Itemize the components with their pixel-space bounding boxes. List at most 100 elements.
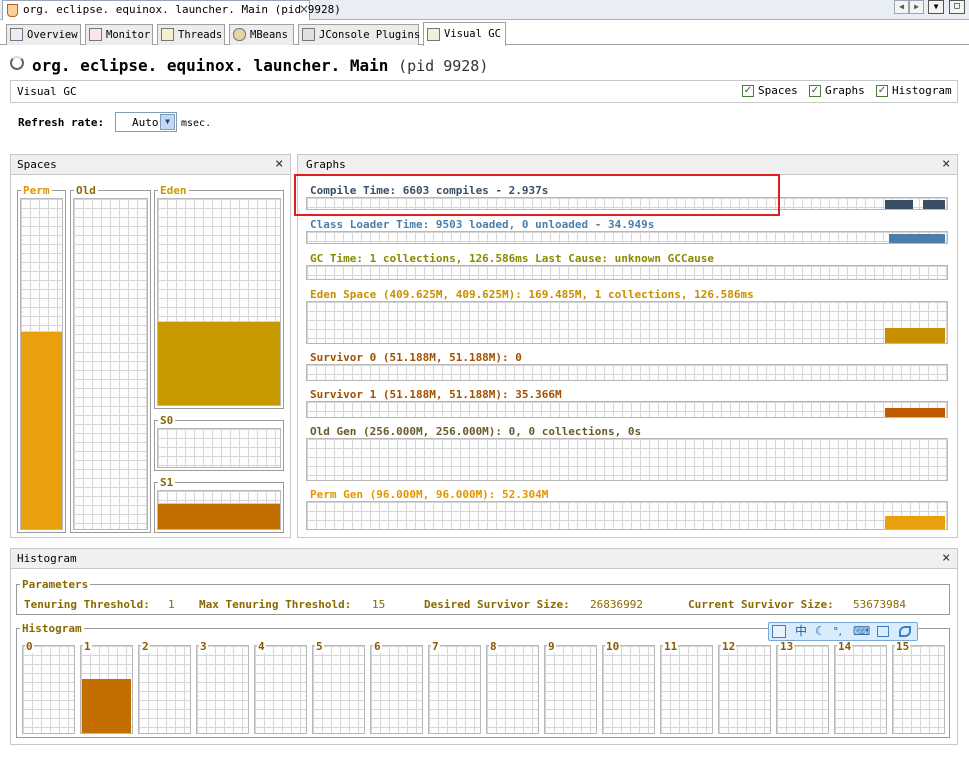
plugins-icon: [302, 28, 315, 41]
scroll-tabs-left-button[interactable]: ◀: [894, 0, 909, 14]
old-space-label: Old: [74, 184, 98, 197]
ime-skin-icon[interactable]: [877, 626, 889, 637]
tab-label: Monitor: [106, 29, 151, 41]
histogram-bin-label: 0: [25, 640, 34, 653]
spaces-panel-title: Spaces: [17, 158, 57, 171]
max-tenuring-value: 15: [372, 598, 386, 611]
refresh-rate-select[interactable]: Auto ▼: [115, 112, 177, 132]
survivor-0-graph: [306, 364, 948, 381]
scroll-tabs-right-button[interactable]: ▶: [909, 0, 924, 14]
chevron-down-icon[interactable]: ▼: [160, 114, 175, 130]
current-survivor-label: Current Survivor Size:: [688, 598, 834, 611]
histogram-bin: [776, 645, 829, 734]
histogram-bin: [196, 645, 249, 734]
max-tenuring-label: Max Tenuring Threshold:: [199, 598, 352, 611]
histogram-bin-label: 15: [895, 640, 911, 653]
threads-icon: [161, 28, 174, 41]
gc-time-graph: [306, 265, 948, 280]
histogram-bin-label: 9: [547, 640, 556, 653]
histogram-bin-fill: [82, 679, 131, 733]
tab-label: Visual GC: [444, 28, 501, 40]
gc-time-label: GC Time: 1 collections, 126.586ms Last C…: [308, 252, 716, 265]
histogram-bin: [718, 645, 771, 734]
spaces-checkbox[interactable]: ✓: [742, 85, 754, 97]
old-gen-graph: [306, 438, 948, 481]
ime-keyboard-icon[interactable]: ⌨: [853, 624, 870, 639]
ime-punctuation-icon[interactable]: °,: [833, 624, 842, 639]
tab-jconsole-plugins[interactable]: JConsole Plugins: [298, 24, 421, 45]
page-title: org. eclipse. equinox. launcher. Main (p…: [32, 56, 488, 76]
tab-label: JConsole Plugins: [319, 29, 421, 41]
close-icon[interactable]: ×: [299, 2, 309, 16]
tab-mbeans[interactable]: MBeans: [229, 24, 294, 45]
overview-icon: [10, 28, 23, 41]
old-gen-label: Old Gen (256.000M, 256.000M): 0, 0 colle…: [308, 425, 644, 438]
tab-monitor[interactable]: Monitor: [85, 24, 153, 45]
tab-overview[interactable]: Overview: [6, 24, 81, 45]
histogram-bin-label: 6: [373, 640, 382, 653]
histogram-bin: [370, 645, 423, 734]
desired-survivor-label: Desired Survivor Size:: [424, 598, 570, 611]
graphs-checkbox[interactable]: ✓: [809, 85, 821, 97]
eden-space-graph: [306, 301, 948, 344]
histogram-bin-label: 12: [721, 640, 737, 653]
tab-label: Threads: [178, 29, 223, 41]
parameters-title: Parameters: [20, 578, 91, 591]
histogram-checkbox[interactable]: ✓: [876, 85, 888, 97]
ime-toolbar[interactable]: 中 ☾ °, ⌨: [768, 622, 918, 641]
ime-halfwidth-icon[interactable]: ☾: [815, 624, 826, 639]
histogram-bin-label: 13: [779, 640, 795, 653]
histogram-bin-label: 2: [141, 640, 150, 653]
histogram-bin: [486, 645, 539, 734]
tab-label: MBeans: [250, 29, 288, 41]
ime-chinese-mode[interactable]: 中: [795, 624, 807, 639]
main-class-name: org. eclipse. equinox. launcher. Main: [32, 56, 389, 75]
histogram-bin: [312, 645, 365, 734]
spaces-panel-header: Spaces: [10, 154, 291, 175]
tab-visual-gc[interactable]: Visual GC: [423, 22, 506, 46]
perm-space-label: Perm: [21, 184, 52, 197]
tab-threads[interactable]: Threads: [157, 24, 225, 45]
class-loader-trace: [889, 234, 945, 243]
tenuring-threshold-value: 1: [168, 598, 175, 611]
s0-space-label: S0: [158, 414, 176, 427]
histogram-bin-label: 1: [83, 640, 92, 653]
perm-space-grid: [20, 198, 63, 530]
mbeans-icon: [233, 28, 246, 41]
compile-time-trace: [923, 200, 945, 209]
tenuring-threshold-label: Tenuring Threshold:: [24, 598, 150, 611]
graphs-checkbox-label: Graphs: [825, 84, 865, 97]
close-icon[interactable]: ×: [942, 157, 950, 171]
ime-settings-wrench-icon[interactable]: [899, 626, 911, 637]
spaces-checkbox-label: Spaces: [758, 84, 798, 97]
histogram-bin: [544, 645, 597, 734]
graphs-panel-header: Graphs: [297, 154, 958, 175]
histogram-bin-label: 8: [489, 640, 498, 653]
tab-list-menu-button[interactable]: ▼: [928, 0, 944, 14]
s1-space-label: S1: [158, 476, 176, 489]
ime-logo-icon: [772, 625, 786, 638]
restore-window-button[interactable]: □: [949, 0, 965, 14]
perm-gen-trace: [885, 516, 945, 529]
histogram-bin: [602, 645, 655, 734]
eden-space-grid: [157, 198, 281, 406]
histogram-checkbox-label: Histogram: [892, 84, 952, 97]
class-loader-graph: [306, 231, 948, 244]
eden-space-graph-label: Eden Space (409.625M, 409.625M): 169.485…: [308, 288, 756, 301]
pid-label: (pid 9928): [398, 57, 489, 75]
loading-spinner-icon: [10, 56, 24, 70]
survivor-1-trace: [885, 408, 945, 417]
histogram-bin-label: 7: [431, 640, 440, 653]
histogram-bin: [80, 645, 133, 734]
histogram-group-title: Histogram: [20, 622, 84, 635]
histogram-bin: [892, 645, 945, 734]
graphs-panel-title: Graphs: [306, 158, 346, 171]
old-space-grid: [73, 198, 148, 530]
histogram-bin-label: 14: [837, 640, 853, 653]
survivor-0-label: Survivor 0 (51.188M, 51.188M): 0: [308, 351, 524, 364]
close-icon[interactable]: ×: [942, 551, 950, 565]
histogram-bin: [138, 645, 191, 734]
close-icon[interactable]: ×: [275, 157, 283, 171]
document-tab[interactable]: org. eclipse. equinox. launcher. Main (p…: [2, 0, 341, 20]
compile-time-highlight: [294, 174, 780, 216]
